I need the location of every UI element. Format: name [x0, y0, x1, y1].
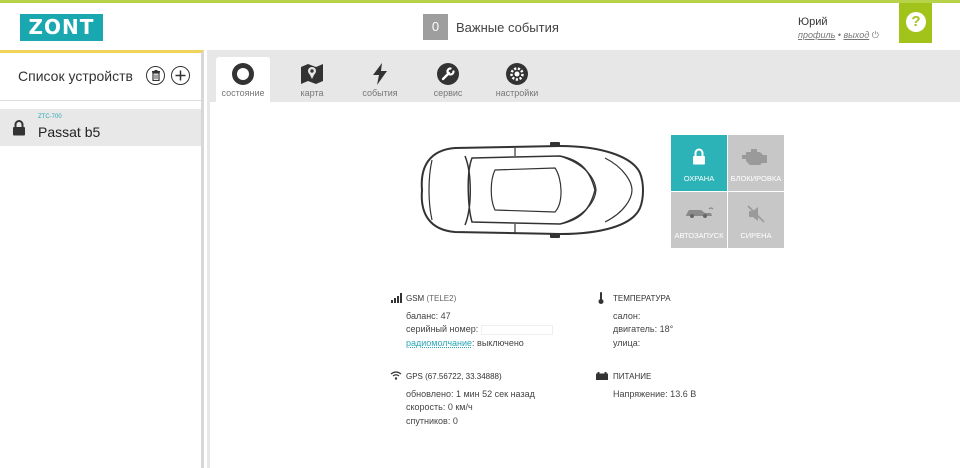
guard-label: ОХРАНА	[683, 174, 715, 183]
add-device-button[interactable]	[171, 66, 190, 85]
important-events-count[interactable]: 0	[423, 14, 448, 40]
main-panel: состояние карта события сервис настройки	[207, 50, 960, 468]
gsm-label: GSM	[406, 294, 425, 303]
tab-map[interactable]: карта	[287, 57, 337, 102]
serial-number-redacted	[480, 324, 553, 335]
plus-icon	[175, 70, 186, 81]
tab-status-label: состояние	[221, 88, 265, 98]
car-top-view-illustration	[420, 142, 644, 238]
speaker-muted-icon	[747, 205, 765, 223]
radio-silence-link[interactable]: радиомолчание	[406, 338, 472, 348]
profile-link[interactable]: профиль	[798, 30, 835, 40]
lock-icon	[13, 120, 25, 136]
help-button[interactable]: ?	[899, 3, 932, 43]
user-name: Юрий	[798, 16, 828, 28]
tab-settings-label: настройки	[495, 88, 539, 98]
device-list-item[interactable]: ZTC-700 Passat b5	[0, 109, 201, 146]
zont-logo[interactable]: ZONT	[20, 14, 103, 41]
gps-speed: скорость: 0 км/ч	[406, 402, 473, 412]
siren-button[interactable]: СИРЕНА	[728, 192, 784, 248]
temperature-street: улица:	[613, 338, 641, 348]
radio-silence-value: : выключено	[472, 338, 524, 348]
tab-status[interactable]: состояние	[216, 57, 270, 102]
tab-events[interactable]: события	[354, 57, 406, 102]
help-icon: ?	[906, 12, 926, 32]
device-list-title: Список устройств	[18, 68, 133, 84]
sidebar: Список устройств ZTC-700 Passat b5	[0, 50, 204, 468]
delete-device-button[interactable]	[146, 66, 165, 85]
wrench-icon	[437, 63, 459, 85]
temperature-engine: двигатель: 18°	[613, 324, 674, 334]
temperature-cabin: салон:	[613, 311, 641, 321]
gsm-serial-label: серийный номер:	[406, 324, 479, 334]
gsm-silent-mode: радиомолчание: выключено	[406, 338, 524, 348]
link-separator: •	[837, 30, 841, 40]
tab-map-label: карта	[300, 88, 324, 98]
power-title: ПИТАНИЕ	[613, 372, 652, 381]
logout-link[interactable]: выход	[843, 30, 869, 40]
device-model: ZTC-700	[38, 114, 62, 120]
gps-coords: (67.56722, 33.34888)	[425, 372, 502, 381]
important-events-label[interactable]: Важные события	[456, 20, 559, 35]
wifi-icon	[390, 371, 402, 380]
autostart-button[interactable]: АВТОЗАПУСК	[671, 192, 727, 248]
gps-label: GPS	[406, 372, 423, 381]
lightning-icon	[373, 63, 387, 85]
tab-settings[interactable]: настройки	[491, 57, 543, 102]
tab-service-label: сервис	[433, 88, 463, 98]
power-voltage: Напряжение: 13.6 В	[613, 389, 697, 399]
thermometer-icon	[598, 292, 604, 304]
siren-label: СИРЕНА	[740, 231, 772, 240]
gsm-operator: (TELE2)	[426, 294, 457, 303]
block-label: БЛОКИРОВКА	[730, 174, 782, 183]
guard-button[interactable]: ОХРАНА	[671, 135, 727, 191]
tab-service[interactable]: сервис	[423, 57, 473, 102]
autostart-label: АВТОЗАПУСК	[674, 231, 724, 240]
gear-icon	[506, 63, 528, 85]
trash-icon	[151, 70, 160, 82]
device-name: Passat b5	[38, 124, 101, 140]
user-links: профиль • выход ⏻	[798, 30, 879, 41]
gsm-title: GSM (TELE2)	[406, 294, 456, 303]
gsm-balance: баланс: 47	[406, 311, 451, 321]
top-bar: ZONT 0 Важные события Юрий профиль • вых…	[0, 0, 960, 50]
power-icon[interactable]: ⏻	[872, 30, 879, 40]
lock-icon	[693, 148, 705, 165]
gps-satellites: спутников: 0	[406, 416, 458, 426]
battery-icon	[596, 372, 608, 380]
gsm-serial: серийный номер:	[406, 324, 553, 335]
car-start-icon	[686, 207, 714, 218]
gps-title: GPS (67.56722, 33.34888)	[406, 372, 502, 381]
circle-record-icon	[232, 63, 254, 85]
signal-bars-icon	[391, 293, 402, 303]
gps-updated: обновлено: 1 мин 52 сек назад	[406, 389, 535, 399]
tab-events-label: события	[362, 88, 398, 98]
block-button[interactable]: БЛОКИРОВКА	[728, 135, 784, 191]
temperature-title: ТЕМПЕРАТУРА	[613, 294, 671, 303]
device-list-header: Список устройств	[0, 53, 201, 101]
map-icon	[301, 64, 323, 84]
engine-icon	[742, 149, 767, 165]
